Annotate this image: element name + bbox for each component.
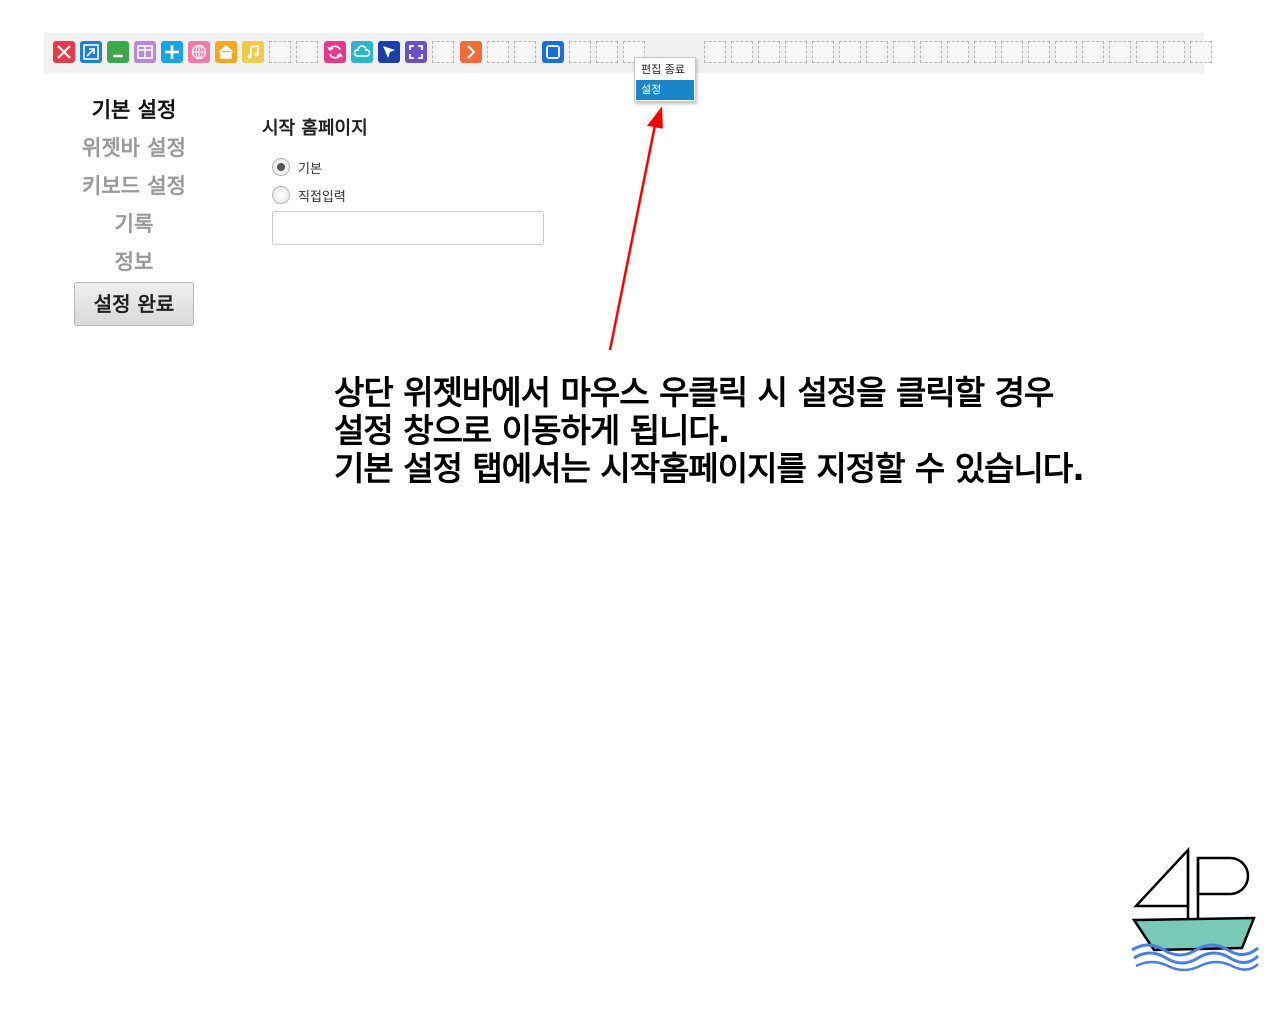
refresh-icon[interactable] [324, 41, 346, 63]
radio-custom-label: 직접입력 [298, 190, 346, 205]
music-icon[interactable] [242, 41, 264, 63]
close-icon[interactable] [53, 41, 75, 63]
home-icon[interactable] [215, 41, 237, 63]
split-view-icon[interactable] [134, 41, 156, 63]
forward-icon[interactable] [460, 41, 482, 63]
empty-slot[interactable] [1190, 41, 1212, 63]
empty-slot[interactable] [974, 41, 996, 63]
empty-slot[interactable] [1082, 41, 1104, 63]
sailboat-logo [1131, 846, 1260, 972]
empty-slot[interactable] [269, 41, 291, 63]
nav-item-basic-settings[interactable]: 기본 설정 [44, 94, 224, 124]
annotation-text: 상단 위젯바에서 마우스 우클릭 시 설정을 클릭할 경우 설정 창으로 이동하… [334, 374, 1234, 488]
radio-custom[interactable] [272, 186, 290, 204]
empty-slot[interactable] [596, 41, 618, 63]
window-icon[interactable] [542, 41, 564, 63]
empty-slot[interactable] [1055, 41, 1077, 63]
empty-slot[interactable] [1136, 41, 1158, 63]
empty-slot[interactable] [296, 41, 318, 63]
annotation-line: 설정 창으로 이동하게 됩니다. [334, 411, 730, 450]
context-menu: 편집 종료 설정 [634, 57, 696, 102]
globe-icon[interactable] [188, 41, 210, 63]
empty-slot[interactable] [704, 41, 726, 63]
section-title: 시작 홈페이지 [262, 118, 368, 139]
empty-slot[interactable] [812, 41, 834, 63]
add-icon[interactable] [161, 41, 183, 63]
annotation-line: 상단 위젯바에서 마우스 우클릭 시 설정을 클릭할 경우 [334, 373, 1054, 412]
radio-default[interactable] [272, 158, 290, 176]
menu-item-settings[interactable]: 설정 [636, 80, 694, 100]
empty-slot[interactable] [1028, 41, 1050, 63]
annotation-line: 기본 설정 탭에서는 시작홈페이지를 지정할 수 있습니다. [334, 449, 1085, 488]
nav-item-info[interactable]: 정보 [44, 246, 224, 276]
empty-slot[interactable] [758, 41, 780, 63]
empty-slot[interactable] [1163, 41, 1185, 63]
settings-done-button[interactable]: 설정 완료 [74, 282, 194, 326]
menu-item-end-edit[interactable]: 편집 종료 [636, 60, 694, 80]
nav-item-keyboard-settings[interactable]: 키보드 설정 [44, 170, 224, 200]
restore-icon[interactable] [80, 41, 102, 63]
weather-icon[interactable] [351, 41, 373, 63]
empty-slot[interactable] [514, 41, 536, 63]
empty-slot[interactable] [920, 41, 942, 63]
empty-slot[interactable] [487, 41, 509, 63]
empty-slot[interactable] [432, 41, 454, 63]
radio-default-label: 기본 [298, 162, 322, 177]
nav-item-history[interactable]: 기록 [44, 208, 224, 238]
empty-slot[interactable] [839, 41, 861, 63]
empty-slot[interactable] [569, 41, 591, 63]
pin-icon[interactable] [378, 41, 400, 63]
widget-bar[interactable] [44, 33, 1212, 73]
empty-slot[interactable] [893, 41, 915, 63]
empty-slot[interactable] [1001, 41, 1023, 63]
fullscreen-icon[interactable] [405, 41, 427, 63]
empty-slot[interactable] [866, 41, 888, 63]
nav-item-widgetbar-settings[interactable]: 위젯바 설정 [44, 132, 224, 162]
empty-slot[interactable] [1109, 41, 1131, 63]
empty-slot[interactable] [785, 41, 807, 63]
empty-slot[interactable] [947, 41, 969, 63]
homepage-url-input[interactable] [272, 211, 544, 245]
minimize-icon[interactable] [107, 41, 129, 63]
empty-slot[interactable] [731, 41, 753, 63]
